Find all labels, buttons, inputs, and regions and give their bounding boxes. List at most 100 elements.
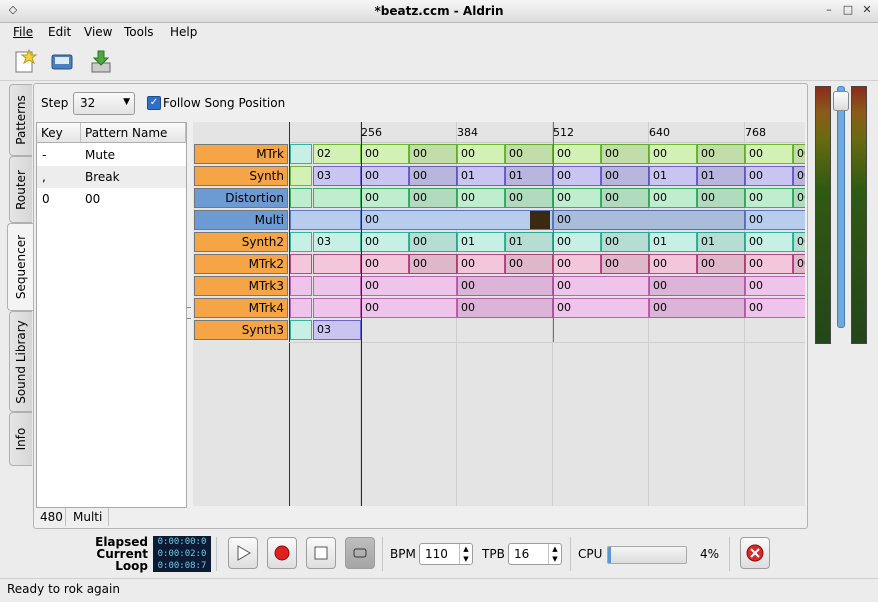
pattern-cell[interactable]: 00 <box>457 276 553 296</box>
pattern-cell[interactable]: 00 <box>361 254 409 274</box>
pattern-cell[interactable]: 00 <box>553 188 601 208</box>
pattern-cell[interactable]: 00 <box>793 166 805 186</box>
column-header-pattern-name[interactable]: Pattern Name <box>81 123 186 143</box>
pattern-list[interactable]: Key Pattern Name - Mute , Break 0 00 <box>36 122 187 508</box>
pattern-cell[interactable]: 00 <box>745 254 793 274</box>
loop-marker[interactable] <box>530 211 550 229</box>
pattern-cell[interactable]: 00 <box>601 254 649 274</box>
pattern-cell[interactable]: 00 <box>553 276 649 296</box>
pattern-cell[interactable]: 00 <box>745 276 805 296</box>
pattern-cell[interactable]: 01 <box>649 232 697 252</box>
pattern-cell[interactable] <box>313 276 361 296</box>
pattern-cell[interactable]: 00 <box>457 144 505 164</box>
pattern-cell[interactable]: 00 <box>553 232 601 252</box>
pattern-cell[interactable] <box>313 298 361 318</box>
pattern-cell[interactable] <box>313 188 361 208</box>
menu-view[interactable]: View <box>84 25 112 39</box>
pattern-cell[interactable] <box>290 320 312 340</box>
pattern-cell[interactable]: 00 <box>409 166 457 186</box>
pattern-cell[interactable]: 00 <box>361 232 409 252</box>
track-synth3[interactable]: Synth3 <box>194 320 288 340</box>
stop-button[interactable] <box>306 537 336 569</box>
list-item[interactable]: - Mute <box>37 144 186 166</box>
follow-checkbox[interactable]: ✓ <box>147 96 161 110</box>
track-mtrk3[interactable]: MTrk3 <box>194 276 288 296</box>
panic-button[interactable] <box>740 537 770 569</box>
pattern-cell[interactable]: 01 <box>505 232 553 252</box>
pattern-cell[interactable]: 00 <box>553 144 601 164</box>
pattern-cell[interactable]: 03 <box>313 320 361 340</box>
pattern-cell[interactable]: 02 <box>313 144 361 164</box>
spin-arrows-icon[interactable]: ▲ ▼ <box>548 544 561 564</box>
pattern-cell[interactable]: 00 <box>601 166 649 186</box>
pattern-cell[interactable] <box>290 166 312 186</box>
pattern-cell[interactable]: 00 <box>409 188 457 208</box>
pattern-cell[interactable]: 01 <box>505 166 553 186</box>
pattern-cell[interactable]: 00 <box>649 276 745 296</box>
pattern-cell[interactable]: 00 <box>649 254 697 274</box>
pattern-cell[interactable]: 01 <box>457 166 505 186</box>
pattern-cell[interactable]: 00 <box>745 210 805 230</box>
pattern-cell[interactable]: 00 <box>649 298 745 318</box>
pattern-cell[interactable]: 00 <box>697 188 745 208</box>
pattern-cell[interactable]: 00 <box>793 144 805 164</box>
pattern-cell[interactable]: 01 <box>697 166 745 186</box>
menu-tools[interactable]: Tools <box>124 25 154 39</box>
pattern-cell[interactable]: 00 <box>409 254 457 274</box>
pattern-cell[interactable]: 00 <box>745 188 793 208</box>
pattern-cell[interactable]: 00 <box>793 254 805 274</box>
tab-sequencer[interactable]: Sequencer <box>7 223 34 311</box>
pattern-cell[interactable]: 00 <box>697 254 745 274</box>
track-mtrk2[interactable]: MTrk2 <box>194 254 288 274</box>
pattern-cell[interactable]: 00 <box>745 298 805 318</box>
pattern-cell[interactable]: 00 <box>745 144 793 164</box>
pattern-cell[interactable] <box>290 254 312 274</box>
track-distortion[interactable]: Distortion <box>194 188 288 208</box>
save-button[interactable] <box>86 47 116 77</box>
pattern-cell[interactable]: 00 <box>601 188 649 208</box>
pattern-cell[interactable]: 00 <box>649 144 697 164</box>
pattern-cell[interactable] <box>290 188 312 208</box>
pattern-cell[interactable]: 00 <box>553 298 649 318</box>
pattern-cell[interactable] <box>290 144 312 164</box>
spin-arrows-icon[interactable]: ▲ ▼ <box>459 544 472 564</box>
pattern-cell[interactable] <box>290 276 312 296</box>
pattern-cell[interactable] <box>290 298 312 318</box>
pattern-cell[interactable]: 00 <box>505 254 553 274</box>
menu-file[interactable]: File <box>13 25 33 39</box>
track-mtrk[interactable]: MTrk <box>194 144 288 164</box>
column-header-key[interactable]: Key <box>37 123 81 143</box>
splitter-handle[interactable] <box>187 307 191 319</box>
menu-help[interactable]: Help <box>170 25 197 39</box>
pattern-cell[interactable] <box>290 210 361 230</box>
loop-button[interactable] <box>345 537 375 569</box>
pattern-cell[interactable]: 00 <box>361 298 457 318</box>
pattern-cell[interactable]: 00 <box>553 254 601 274</box>
pattern-cell[interactable]: 00 <box>361 276 457 296</box>
pattern-cell[interactable]: 00 <box>361 210 553 230</box>
pattern-cell[interactable]: 00 <box>409 144 457 164</box>
pattern-cell[interactable]: 00 <box>409 232 457 252</box>
pattern-cell[interactable]: 01 <box>457 232 505 252</box>
open-button[interactable] <box>47 47 77 77</box>
tpb-spinner[interactable]: 16 ▲ ▼ <box>508 543 562 565</box>
track-mtrk4[interactable]: MTrk4 <box>194 298 288 318</box>
pattern-cell[interactable]: 00 <box>505 144 553 164</box>
pattern-cell[interactable] <box>290 232 312 252</box>
pattern-cell[interactable]: 01 <box>697 232 745 252</box>
pattern-cell[interactable]: 00 <box>553 166 601 186</box>
step-combo[interactable]: 32 ▼ <box>73 92 135 115</box>
list-item[interactable]: , Break <box>37 166 186 188</box>
track-multi[interactable]: Multi <box>194 210 288 230</box>
pattern-cell[interactable]: 00 <box>457 298 553 318</box>
pattern-cell[interactable]: 00 <box>745 166 793 186</box>
pattern-cell[interactable]: 00 <box>457 254 505 274</box>
track-synth2[interactable]: Synth2 <box>194 232 288 252</box>
pattern-cell[interactable]: 00 <box>697 144 745 164</box>
pattern-cell[interactable]: 00 <box>601 232 649 252</box>
tab-patterns[interactable]: Patterns <box>9 84 32 156</box>
minimize-icon[interactable]: – <box>822 3 836 17</box>
menu-edit[interactable]: Edit <box>48 25 71 39</box>
close-icon[interactable]: ✕ <box>860 3 874 17</box>
pattern-cell[interactable]: 00 <box>649 188 697 208</box>
